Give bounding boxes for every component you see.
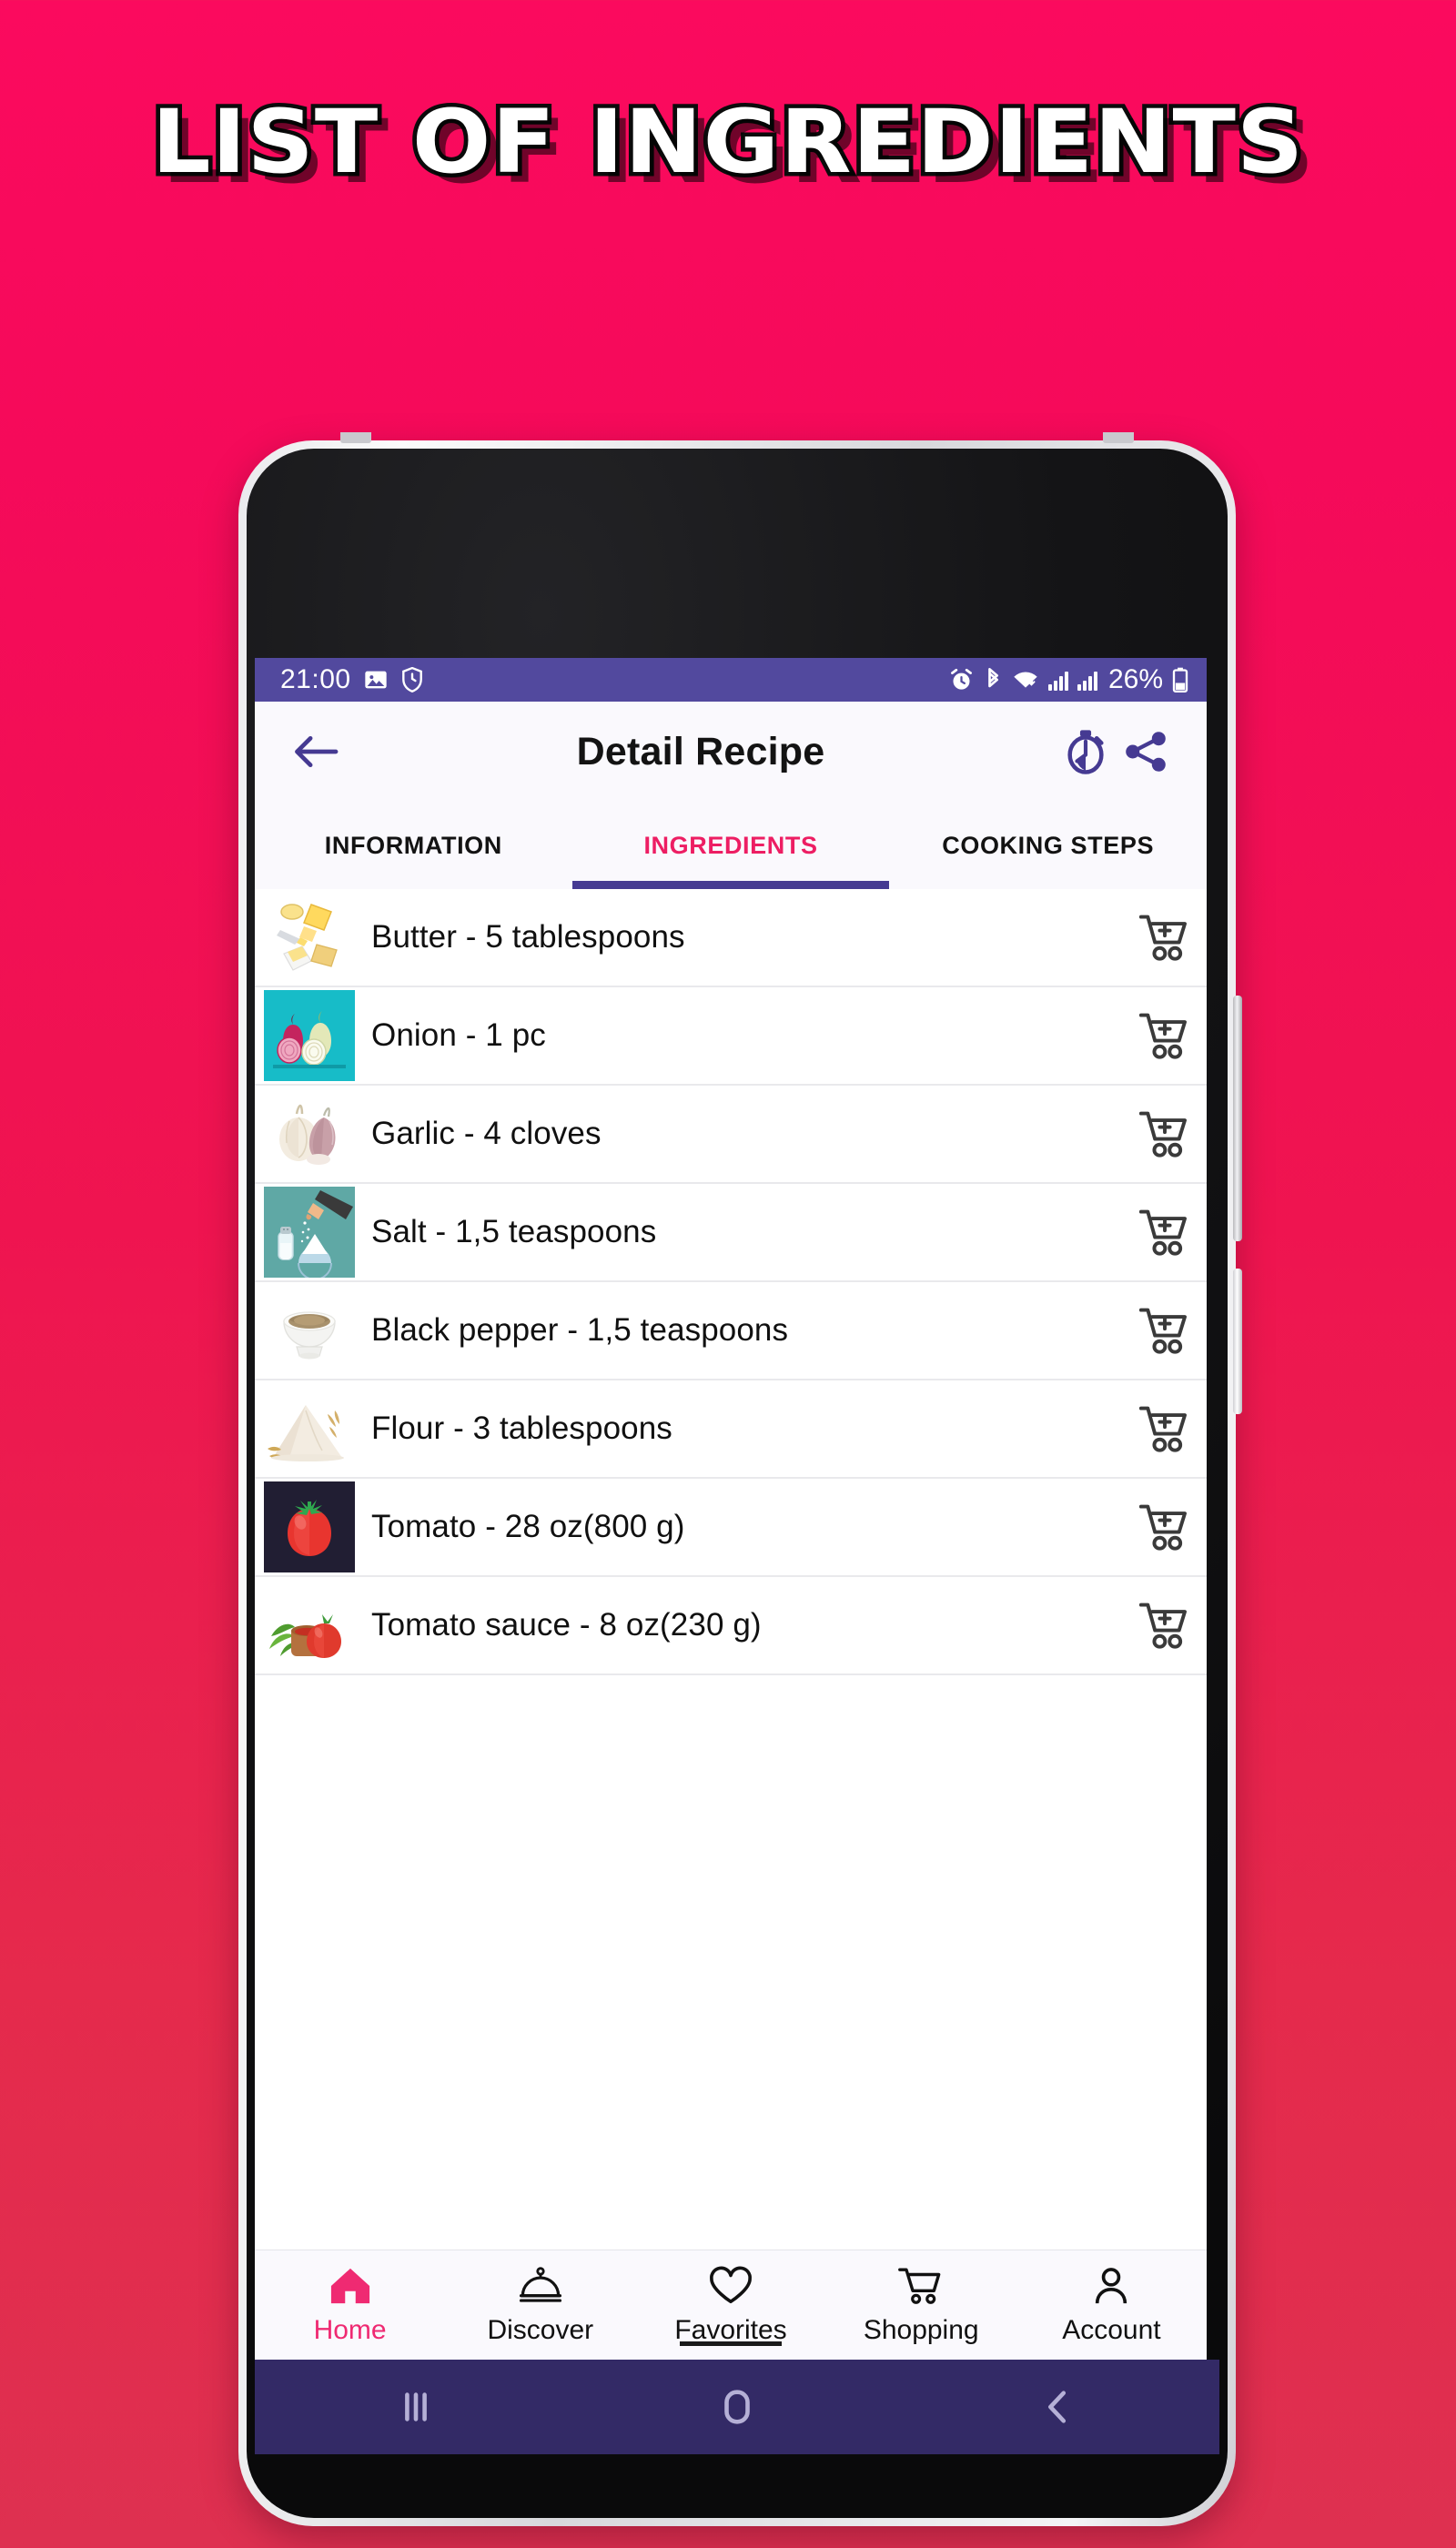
phone-screen: 21:00 26% Detail Recipe INFORMATION INGR…: [255, 658, 1207, 2360]
status-bar: 21:00 26%: [255, 658, 1207, 702]
nav-item-discover[interactable]: Discover: [445, 2250, 635, 2346]
page-heading: Detail Recipe: [576, 729, 825, 774]
battery-icon: [1172, 667, 1188, 693]
bottom-navigation: Home Discover Favorites Shopping Account: [255, 2250, 1207, 2360]
nav-active-indicator: [680, 2341, 782, 2346]
table-row[interactable]: Garlic - 4 cloves: [255, 1086, 1207, 1184]
share-button[interactable]: [1116, 722, 1176, 782]
ingredient-label: Flour - 3 tablespoons: [371, 1410, 672, 1446]
nav-item-account[interactable]: Account: [1016, 2250, 1207, 2346]
status-bar-right: 26%: [949, 664, 1188, 695]
signal-bars-icon: [1047, 669, 1068, 691]
add-to-cart-icon[interactable]: [1123, 1403, 1207, 1454]
clock-shield-icon: [400, 666, 424, 693]
table-row[interactable]: Onion - 1 pc: [255, 987, 1207, 1086]
tomato-sauce-thumb: [264, 1580, 355, 1671]
add-to-cart-icon[interactable]: [1123, 1108, 1207, 1159]
status-bar-left: 21:00: [280, 664, 424, 695]
person-icon: [1088, 2265, 1134, 2311]
battery-percent: 26%: [1107, 664, 1163, 694]
home-button[interactable]: [682, 2360, 792, 2454]
nav-label: Home: [313, 2315, 387, 2345]
alarm-icon: [949, 668, 974, 693]
phone-bezel: 21:00 26% Detail Recipe INFORMATION INGR…: [247, 449, 1228, 2518]
image-icon: [363, 667, 389, 693]
table-row[interactable]: Salt - 1,5 teaspoons: [255, 1184, 1207, 1282]
table-row[interactable]: Tomato - 28 oz(800 g): [255, 1479, 1207, 1577]
table-row[interactable]: Butter - 5 tablespoons: [255, 889, 1207, 987]
back-button-system[interactable]: [1004, 2360, 1113, 2454]
wifi-icon: [1012, 668, 1039, 692]
ingredient-label: Onion - 1 pc: [371, 1017, 546, 1053]
add-to-cart-icon[interactable]: [1123, 1010, 1207, 1061]
nav-label: Shopping: [863, 2315, 979, 2345]
antenna-line-right: [1103, 432, 1134, 443]
add-to-cart-icon[interactable]: [1123, 1207, 1207, 1258]
tab-bar: INFORMATION INGREDIENTS COOKING STEPS: [255, 802, 1207, 889]
phone-device-frame: 21:00 26% Detail Recipe INFORMATION INGR…: [238, 432, 1242, 2526]
status-time: 21:00: [280, 664, 351, 694]
cart-icon: [898, 2265, 944, 2311]
tab-active-indicator: [571, 881, 890, 889]
add-to-cart-icon[interactable]: [1123, 1502, 1207, 1552]
ingredient-label: Tomato - 28 oz(800 g): [371, 1509, 685, 1544]
ingredient-label: Butter - 5 tablespoons: [371, 919, 685, 955]
ingredient-label: Garlic - 4 cloves: [371, 1116, 602, 1151]
tab-ingredients[interactable]: INGREDIENTS: [572, 802, 890, 889]
tab-information[interactable]: INFORMATION: [255, 802, 572, 889]
tab-cooking-steps[interactable]: COOKING STEPS: [889, 802, 1207, 889]
garlic-thumb: [264, 1088, 355, 1179]
android-navigation-bar: [255, 2360, 1219, 2454]
ingredient-label: Tomato sauce - 8 oz(230 g): [371, 1607, 762, 1643]
nav-item-favorites[interactable]: Favorites: [635, 2250, 825, 2346]
bluetooth-icon: [983, 667, 1003, 693]
add-to-cart-icon[interactable]: [1123, 1600, 1207, 1651]
ingredient-label: Salt - 1,5 teaspoons: [371, 1214, 657, 1249]
heart-icon: [708, 2265, 753, 2311]
home-icon: [328, 2265, 373, 2311]
table-row[interactable]: Flour - 3 tablespoons: [255, 1380, 1207, 1479]
salt-thumb: [264, 1187, 355, 1278]
power-button[interactable]: [1233, 996, 1242, 1241]
ingredient-label: Black pepper - 1,5 teaspoons: [371, 1312, 789, 1348]
add-to-cart-icon[interactable]: [1123, 1305, 1207, 1356]
signal-bars-icon: [1077, 669, 1097, 691]
table-row[interactable]: Tomato sauce - 8 oz(230 g): [255, 1577, 1207, 1675]
nav-item-home[interactable]: Home: [255, 2250, 445, 2346]
tomato-thumb: [264, 1481, 355, 1572]
ingredient-list: Butter - 5 tablespoons Onion - 1 pc Garl…: [255, 889, 1207, 1675]
black-pepper-thumb: [264, 1285, 355, 1376]
cloche-icon: [518, 2265, 563, 2311]
recents-button[interactable]: [361, 2360, 470, 2454]
butter-thumb: [264, 892, 355, 983]
nav-item-shopping[interactable]: Shopping: [826, 2250, 1016, 2346]
timer-button[interactable]: [1056, 722, 1116, 782]
nav-label: Account: [1062, 2315, 1161, 2345]
antenna-line-left: [340, 432, 371, 443]
back-button[interactable]: [286, 722, 346, 782]
volume-button[interactable]: [1233, 1269, 1242, 1414]
onion-thumb: [264, 990, 355, 1081]
nav-label: Discover: [487, 2315, 594, 2345]
app-bar: Detail Recipe: [255, 702, 1207, 802]
add-to-cart-icon[interactable]: [1123, 912, 1207, 963]
table-row[interactable]: Black pepper - 1,5 teaspoons: [255, 1282, 1207, 1380]
page-title: LIST OF INGREDIENTS: [147, 91, 1308, 193]
flour-thumb: [264, 1383, 355, 1474]
